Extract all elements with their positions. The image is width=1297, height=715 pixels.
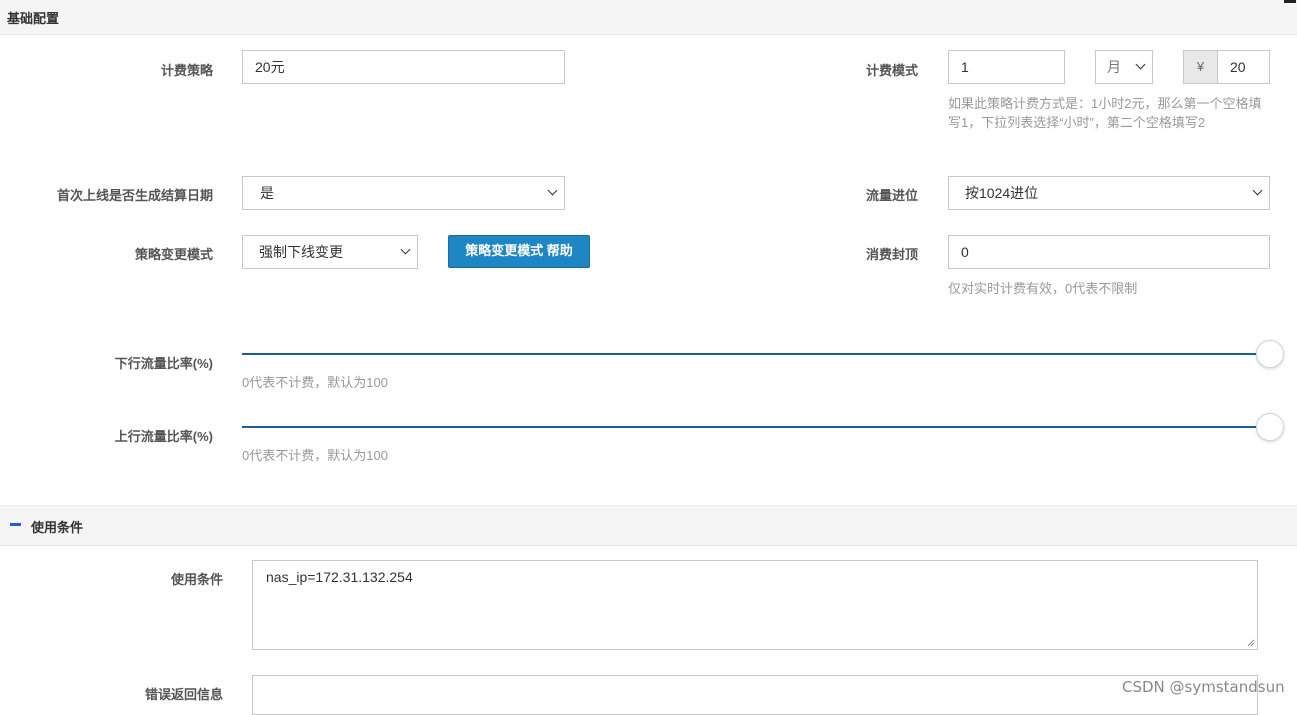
chevron-down-icon bbox=[400, 244, 411, 255]
up-ratio-help: 0代表不计费，默认为100 bbox=[242, 448, 388, 463]
change-mode-select[interactable]: 强制下线变更 bbox=[242, 235, 418, 269]
billing-mode-price-input[interactable]: 20 bbox=[1217, 50, 1270, 84]
watermark-text: CSDN @symstandsun bbox=[1122, 678, 1285, 696]
billing-mode-unit-select[interactable]: 月 bbox=[1095, 50, 1153, 84]
chevron-down-icon bbox=[1252, 185, 1263, 196]
traffic-carry-value: 按1024进位 bbox=[965, 185, 1039, 201]
consumption-cap-help: 仅对实时计费有效，0代表不限制 bbox=[948, 281, 1138, 296]
change-mode-value: 强制下线变更 bbox=[259, 244, 343, 260]
error-return-textarea[interactable] bbox=[252, 675, 1258, 715]
down-ratio-slider-track[interactable] bbox=[242, 353, 1270, 355]
first-online-label: 首次上线是否生成结算日期 bbox=[56, 188, 213, 203]
section-header-basic: 基础配置 bbox=[0, 0, 1297, 35]
use-condition-label: 使用条件 bbox=[170, 572, 223, 587]
down-ratio-slider-handle[interactable] bbox=[1256, 340, 1284, 368]
use-condition-textarea[interactable]: nas_ip=172.31.132.254 bbox=[252, 560, 1258, 650]
consumption-cap-input[interactable]: 0 bbox=[948, 235, 1270, 269]
error-return-label: 错误返回信息 bbox=[144, 687, 223, 702]
billing-strategy-input[interactable]: 20元 bbox=[242, 50, 565, 84]
first-online-value: 是 bbox=[260, 185, 274, 201]
billing-mode-quantity-input[interactable]: 1 bbox=[948, 50, 1065, 84]
section-header-conditions[interactable]: 使用条件 bbox=[0, 505, 1297, 546]
chevron-down-icon bbox=[1135, 59, 1146, 70]
up-ratio-slider-handle[interactable] bbox=[1256, 413, 1284, 441]
section-title-basic: 基础配置 bbox=[7, 11, 60, 26]
up-ratio-slider-track[interactable] bbox=[242, 426, 1270, 428]
first-online-select[interactable]: 是 bbox=[242, 176, 565, 210]
section-title-conditions: 使用条件 bbox=[31, 520, 84, 535]
traffic-carry-select[interactable]: 按1024进位 bbox=[948, 176, 1270, 210]
traffic-carry-label: 流量进位 bbox=[865, 188, 918, 203]
use-condition-value: nas_ip=172.31.132.254 bbox=[266, 569, 413, 585]
change-mode-help-button[interactable]: 策略变更模式 帮助 bbox=[448, 235, 590, 268]
billing-strategy-label: 计费策略 bbox=[160, 63, 213, 78]
change-mode-label: 策略变更模式 bbox=[134, 247, 213, 262]
billing-mode-label: 计费模式 bbox=[865, 63, 918, 78]
billing-mode-unit-value: 月 bbox=[1107, 59, 1121, 75]
resize-grip-icon[interactable] bbox=[1247, 639, 1255, 647]
down-ratio-help: 0代表不计费，默认为100 bbox=[242, 375, 388, 390]
corner-mark bbox=[1284, 0, 1296, 3]
collapse-minus-icon[interactable] bbox=[10, 523, 21, 526]
currency-addon: ¥ bbox=[1183, 50, 1218, 84]
up-ratio-label: 上行流量比率(%) bbox=[114, 429, 213, 444]
down-ratio-label: 下行流量比率(%) bbox=[114, 356, 213, 371]
chevron-down-icon bbox=[547, 185, 558, 196]
consumption-cap-label: 消费封顶 bbox=[865, 247, 918, 262]
billing-mode-help: 如果此策略计费方式是：1小时2元，那么第一个空格填写1，下拉列表选择“小时”，第… bbox=[948, 96, 1262, 130]
